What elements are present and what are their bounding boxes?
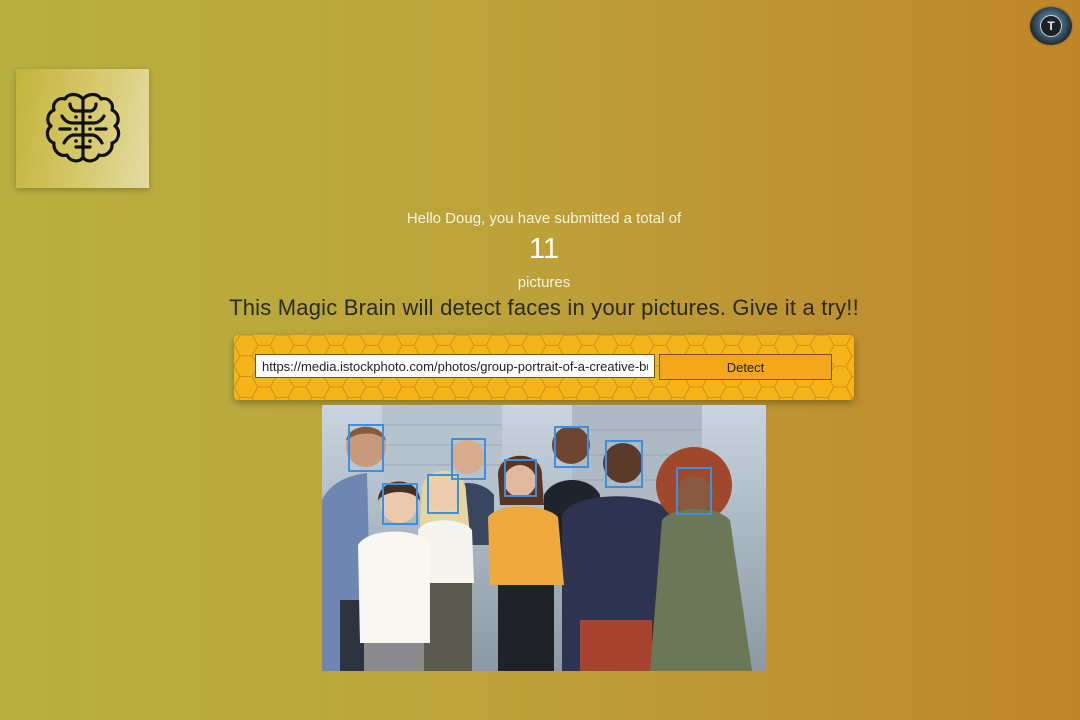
image-link-form: Detect <box>234 335 854 400</box>
tagline: This Magic Brain will detect faces in yo… <box>229 295 859 320</box>
count-suffix: pictures <box>517 274 571 291</box>
profile-avatar[interactable]: T <box>1030 7 1072 45</box>
submission-count: 11 <box>528 233 560 265</box>
image-url-input[interactable] <box>255 354 655 378</box>
logo <box>16 69 149 188</box>
brain-icon <box>45 92 120 162</box>
avatar-initial: T <box>1040 15 1062 37</box>
group-photo <box>322 405 766 671</box>
detect-button[interactable]: Detect <box>659 354 832 380</box>
face-detection-image <box>322 405 766 671</box>
greeting-text: Hello Doug, you have submitted a total o… <box>406 210 682 227</box>
